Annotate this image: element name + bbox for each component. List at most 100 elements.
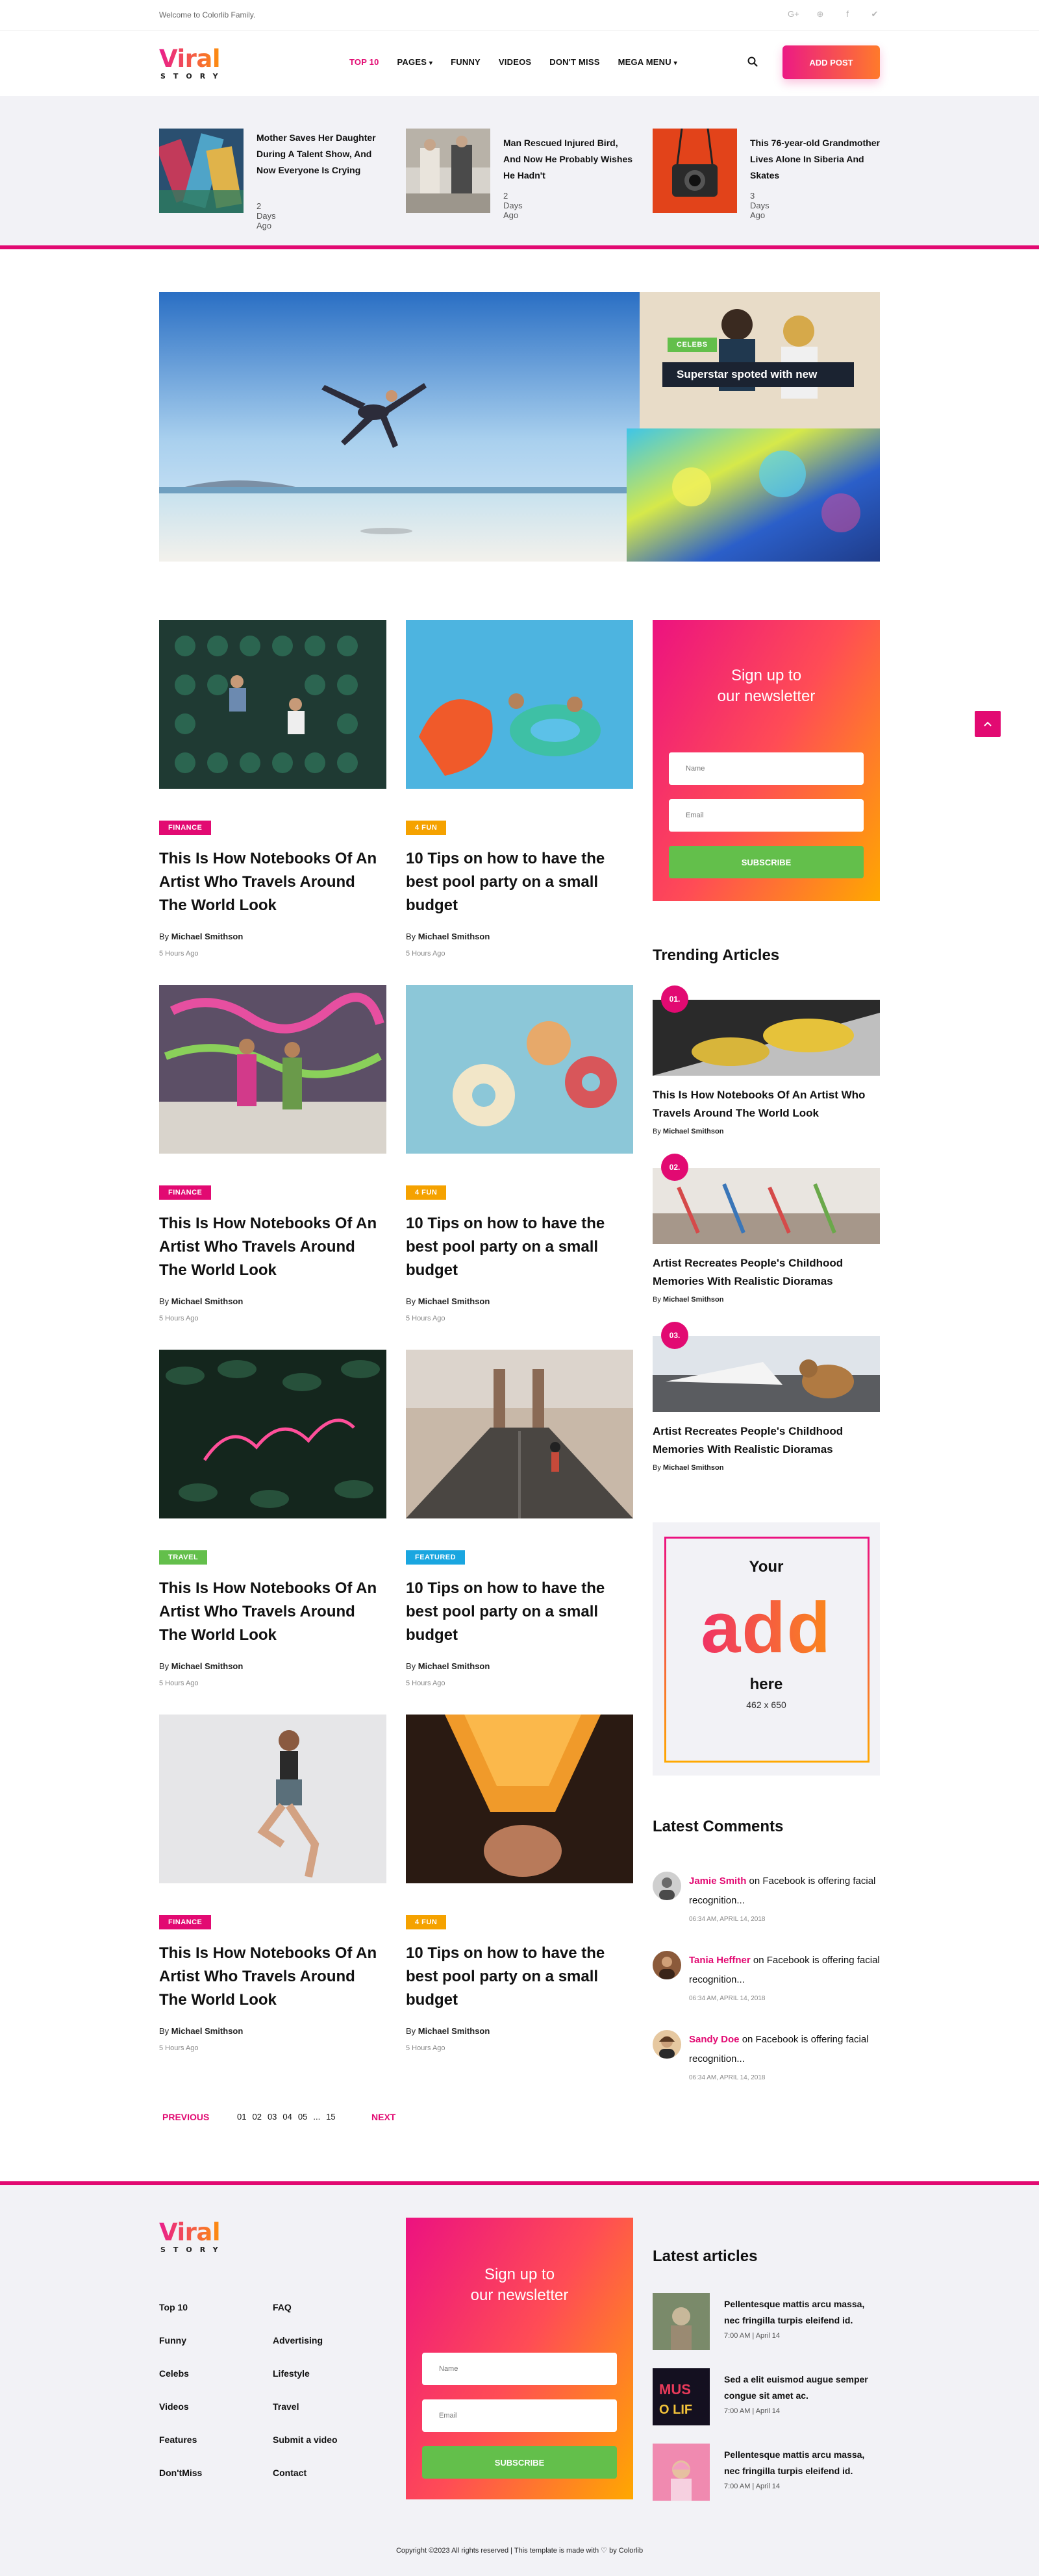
comment-author[interactable]: Sandy Doe [689, 2034, 740, 2045]
footer-link[interactable]: Advertising [273, 2335, 323, 2346]
post-category-badge[interactable]: FEATURED [406, 1550, 466, 1565]
post-author[interactable]: Michael Smithson [418, 1296, 490, 1306]
trending-image[interactable] [653, 1168, 880, 1244]
post-title[interactable]: 10 Tips on how to have the best pool par… [406, 1577, 633, 1647]
trending-author[interactable]: Michael Smithson [663, 1464, 724, 1472]
story-thumbnail[interactable] [406, 129, 490, 213]
pagination-next[interactable]: NEXT [371, 2112, 395, 2122]
footer-link[interactable]: Lifestyle [273, 2368, 310, 2379]
post-category-badge[interactable]: FINANCE [159, 1185, 212, 1200]
footer-link[interactable]: Top 10 [159, 2302, 188, 2312]
nav-dont-miss[interactable]: DON'T MISS [549, 57, 599, 67]
trending-author[interactable]: Michael Smithson [663, 1296, 724, 1304]
article-title[interactable]: Pellentesque mattis arcu massa, nec frin… [724, 2296, 880, 2329]
avatar[interactable] [653, 1872, 681, 1900]
post-image[interactable] [159, 1350, 386, 1518]
avatar[interactable] [653, 2030, 681, 2059]
story-title[interactable]: This 76-year-old Grandmother Lives Alone… [750, 135, 880, 184]
newsletter-email-input[interactable] [669, 799, 864, 832]
article-thumbnail[interactable] [653, 2293, 710, 2350]
post-image[interactable] [159, 620, 386, 789]
post-author[interactable]: Michael Smithson [171, 1296, 244, 1306]
footer-link[interactable]: FAQ [273, 2302, 292, 2312]
post-title[interactable]: This Is How Notebooks Of An Artist Who T… [159, 1212, 386, 1282]
story-title[interactable]: Man Rescued Injured Bird, And Now He Pro… [503, 135, 633, 184]
nav-pages[interactable]: PAGES ▾ [397, 57, 433, 67]
trending-item-title[interactable]: Artist Recreates People's Childhood Memo… [653, 1422, 880, 1459]
post-title[interactable]: This Is How Notebooks Of An Artist Who T… [159, 847, 386, 917]
post-author[interactable]: Michael Smithson [418, 932, 490, 941]
post-category-badge[interactable]: TRAVEL [159, 1550, 208, 1565]
newsletter-name-input[interactable] [422, 2353, 617, 2385]
page-link[interactable]: 05 [298, 2112, 307, 2122]
post-image[interactable] [406, 1715, 633, 1883]
ad-banner[interactable]: Your add here 462 x 650 [653, 1522, 880, 1776]
post-author[interactable]: Michael Smithson [171, 932, 244, 941]
post-category-badge[interactable]: FINANCE [159, 821, 212, 835]
avatar[interactable] [653, 1951, 681, 1979]
newsletter-email-input[interactable] [422, 2399, 617, 2432]
article-thumbnail[interactable] [653, 2444, 710, 2501]
post-image[interactable] [159, 1715, 386, 1883]
footer-link[interactable]: Features [159, 2434, 197, 2445]
newsletter-subscribe-button[interactable]: SUBSCRIBE [422, 2446, 617, 2479]
post-image[interactable] [406, 1350, 633, 1518]
trending-author[interactable]: Michael Smithson [663, 1128, 724, 1135]
facebook-icon[interactable]: f [842, 9, 853, 19]
hero-category-badge[interactable]: CELEBS [668, 338, 717, 352]
post-title[interactable]: 10 Tips on how to have the best pool par… [406, 1942, 633, 2012]
add-post-button[interactable]: ADD POST [782, 45, 880, 79]
search-icon[interactable] [747, 56, 758, 68]
post-author[interactable]: Michael Smithson [171, 1661, 244, 1671]
footer-link[interactable]: Funny [159, 2335, 186, 2346]
twitter-icon[interactable]: ✔ [870, 9, 880, 19]
comment-author[interactable]: Jamie Smith [689, 1876, 746, 1887]
trending-item-title[interactable]: Artist Recreates People's Childhood Memo… [653, 1254, 880, 1291]
footer-link[interactable]: Travel [273, 2401, 299, 2412]
newsletter-name-input[interactable] [669, 752, 864, 785]
nav-mega-menu[interactable]: MEGA MENU ▾ [618, 57, 677, 67]
newsletter-subscribe-button[interactable]: SUBSCRIBE [669, 846, 864, 878]
pagination-previous[interactable]: PREVIOUS [162, 2112, 209, 2122]
page-link[interactable]: 04 [282, 2112, 292, 2122]
trending-item-title[interactable]: This Is How Notebooks Of An Artist Who T… [653, 1086, 880, 1122]
post-title[interactable]: This Is How Notebooks Of An Artist Who T… [159, 1942, 386, 2012]
trending-image[interactable] [653, 1000, 880, 1076]
article-title[interactable]: Sed a elit euismod augue semper congue s… [724, 2372, 880, 2404]
article-thumbnail[interactable]: MUS O LIF [653, 2368, 710, 2425]
post-title[interactable]: This Is How Notebooks Of An Artist Who T… [159, 1577, 386, 1647]
footer-link[interactable]: Don'tMiss [159, 2468, 202, 2478]
article-title[interactable]: Pellentesque mattis arcu massa, nec frin… [724, 2447, 880, 2479]
site-logo[interactable]: Viral STORY [159, 47, 226, 80]
footer-link[interactable]: Submit a video [273, 2434, 338, 2445]
hero-banner[interactable]: CELEBS Superstar spoted with new [159, 292, 880, 562]
post-category-badge[interactable]: 4 FUN [406, 1185, 447, 1200]
post-author[interactable]: Michael Smithson [418, 2026, 490, 2036]
pinterest-icon[interactable]: ⊕ [815, 9, 825, 19]
footer-link[interactable]: Videos [159, 2401, 189, 2412]
nav-top10[interactable]: TOP 10 [349, 57, 379, 67]
comment-author[interactable]: Tania Heffner [689, 1955, 751, 1966]
nav-funny[interactable]: FUNNY [451, 57, 481, 67]
page-link[interactable]: 15 [326, 2112, 335, 2122]
story-title[interactable]: Mother Saves Her Daughter During A Talen… [257, 130, 386, 179]
google-plus-icon[interactable]: G+ [788, 9, 799, 19]
story-thumbnail[interactable] [653, 129, 737, 213]
nav-videos[interactable]: VIDEOS [499, 57, 531, 67]
post-title[interactable]: 10 Tips on how to have the best pool par… [406, 847, 633, 917]
post-author[interactable]: Michael Smithson [418, 1661, 490, 1671]
post-category-badge[interactable]: 4 FUN [406, 1915, 447, 1929]
page-link[interactable]: 01 [237, 2112, 246, 2122]
post-title[interactable]: 10 Tips on how to have the best pool par… [406, 1212, 633, 1282]
footer-logo[interactable]: Viral STORY [159, 2220, 226, 2253]
trending-image[interactable] [653, 1336, 880, 1412]
post-category-badge[interactable]: 4 FUN [406, 821, 447, 835]
post-image[interactable] [406, 985, 633, 1154]
story-thumbnail[interactable] [159, 129, 244, 213]
scroll-to-top-button[interactable] [975, 711, 1001, 737]
page-link[interactable]: 03 [268, 2112, 277, 2122]
post-image[interactable] [406, 620, 633, 789]
page-link[interactable]: 02 [252, 2112, 261, 2122]
footer-link[interactable]: Celebs [159, 2368, 189, 2379]
post-category-badge[interactable]: FINANCE [159, 1915, 212, 1929]
